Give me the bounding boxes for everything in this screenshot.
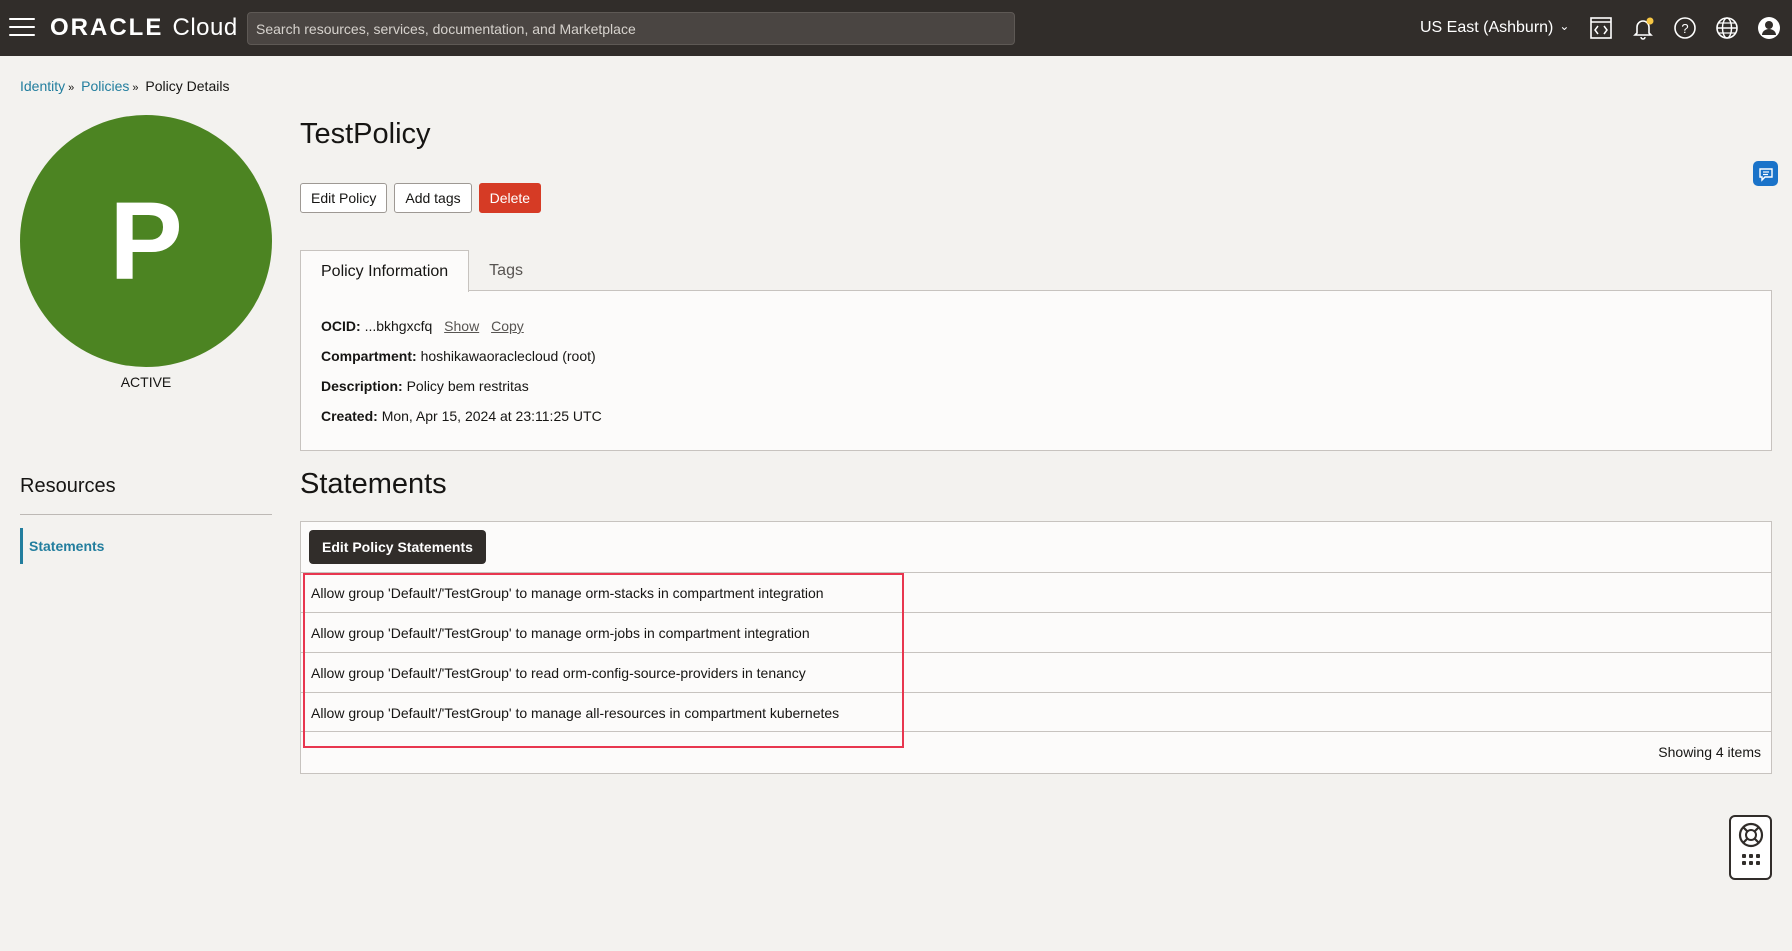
compartment-value: hoshikawaoraclecloud (root) bbox=[420, 348, 596, 364]
policy-information-panel: OCID: ...bkhgxcfq Show Copy Compartment:… bbox=[300, 290, 1772, 451]
tab-tags[interactable]: Tags bbox=[469, 250, 543, 291]
delete-button[interactable]: Delete bbox=[478, 183, 542, 213]
logo-product: Cloud bbox=[172, 14, 238, 41]
region-selector[interactable]: US East (Ashburn) ⌄ bbox=[1420, 19, 1569, 37]
description-value: Policy bem restritas bbox=[406, 378, 529, 394]
edit-policy-button[interactable]: Edit Policy bbox=[300, 183, 388, 213]
ocid-row: OCID: ...bkhgxcfq Show Copy bbox=[321, 318, 1751, 348]
statements-list: Allow group 'Default'/'TestGroup' to man… bbox=[301, 572, 1771, 732]
compartment-row: Compartment: hoshikawaoraclecloud (root) bbox=[321, 348, 1751, 378]
compartment-label: Compartment: bbox=[321, 348, 417, 364]
statement-row: Allow group 'Default'/'TestGroup' to man… bbox=[301, 612, 1771, 652]
sidebar-item-statements[interactable]: Statements bbox=[20, 528, 104, 564]
statements-panel: Edit Policy Statements Allow group 'Defa… bbox=[300, 521, 1772, 774]
statement-row: Allow group 'Default'/'TestGroup' to rea… bbox=[301, 652, 1771, 692]
region-label: US East (Ashburn) bbox=[1420, 19, 1554, 36]
item-count: Showing 4 items bbox=[1658, 744, 1761, 760]
breadcrumb-separator: » bbox=[132, 82, 139, 94]
ocid-value: ...bkhgxcfq bbox=[364, 318, 433, 334]
breadcrumb-current: Policy Details bbox=[145, 78, 230, 94]
support-widget[interactable] bbox=[1729, 815, 1772, 880]
hamburger-menu-icon[interactable] bbox=[9, 18, 35, 38]
breadcrumb-identity[interactable]: Identity bbox=[20, 78, 65, 94]
ocid-label: OCID: bbox=[321, 318, 361, 334]
ocid-show-link[interactable]: Show bbox=[444, 318, 479, 334]
breadcrumb-policies[interactable]: Policies bbox=[81, 78, 129, 94]
status-label: ACTIVE bbox=[120, 374, 172, 390]
chevron-down-icon: ⌄ bbox=[1559, 19, 1570, 33]
created-value: Mon, Apr 15, 2024 at 23:11:25 UTC bbox=[381, 408, 602, 424]
breadcrumb: Identity» Policies» Policy Details bbox=[20, 78, 229, 94]
ocid-copy-link[interactable]: Copy bbox=[491, 318, 524, 334]
svg-text:?: ? bbox=[1681, 21, 1688, 36]
description-row: Description: Policy bem restritas bbox=[321, 378, 1751, 408]
breadcrumb-separator: » bbox=[68, 82, 75, 94]
statements-heading: Statements bbox=[300, 468, 447, 500]
edit-policy-statements-button[interactable]: Edit Policy Statements bbox=[309, 530, 486, 564]
policy-avatar: P bbox=[20, 115, 272, 367]
assistant-chat-icon[interactable] bbox=[1753, 161, 1778, 186]
profile-icon[interactable] bbox=[1755, 14, 1783, 42]
action-buttons: Edit Policy Add tags Delete bbox=[300, 183, 542, 213]
logo-brand: ORACLE bbox=[50, 14, 164, 41]
top-navigation-bar: ORACLE Cloud Search resources, services,… bbox=[0, 0, 1792, 56]
resources-heading: Resources bbox=[20, 475, 116, 497]
notifications-bell-icon[interactable] bbox=[1629, 14, 1657, 42]
statement-row: Allow group 'Default'/'TestGroup' to man… bbox=[301, 572, 1771, 612]
app-grid-icon bbox=[1741, 854, 1760, 865]
statement-row: Allow group 'Default'/'TestGroup' to man… bbox=[301, 692, 1771, 732]
page-title: TestPolicy bbox=[300, 118, 431, 150]
add-tags-button[interactable]: Add tags bbox=[394, 183, 472, 213]
search-input[interactable]: Search resources, services, documentatio… bbox=[247, 12, 1015, 45]
oracle-cloud-logo[interactable]: ORACLE Cloud bbox=[50, 14, 238, 42]
created-row: Created: Mon, Apr 15, 2024 at 23:11:25 U… bbox=[321, 408, 1751, 438]
created-label: Created: bbox=[321, 408, 378, 424]
language-globe-icon[interactable] bbox=[1713, 14, 1741, 42]
description-label: Description: bbox=[321, 378, 403, 394]
policy-tabs: Policy Information Tags bbox=[300, 250, 543, 292]
code-editor-icon[interactable] bbox=[1587, 14, 1615, 42]
resources-divider bbox=[20, 514, 272, 515]
lifebuoy-icon bbox=[1738, 822, 1763, 848]
tab-policy-information[interactable]: Policy Information bbox=[300, 250, 470, 292]
help-icon[interactable]: ? bbox=[1671, 14, 1699, 42]
